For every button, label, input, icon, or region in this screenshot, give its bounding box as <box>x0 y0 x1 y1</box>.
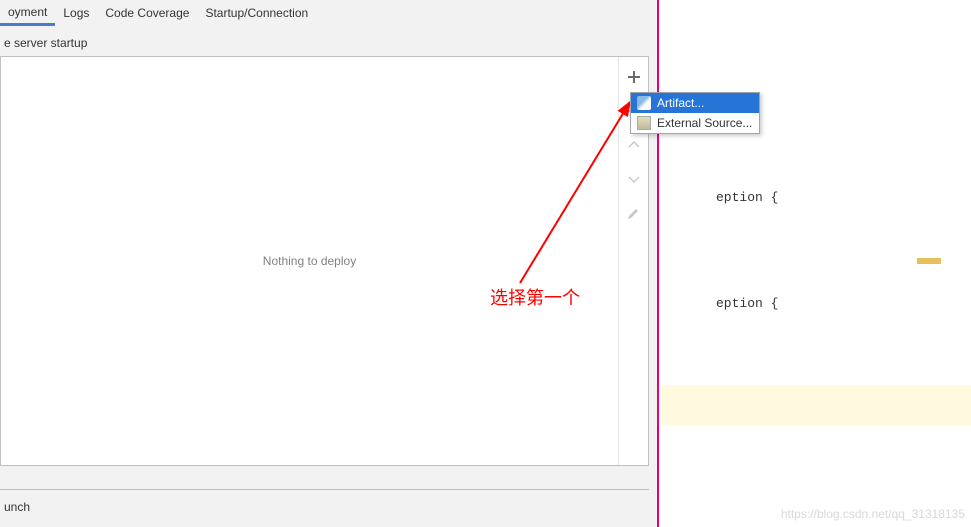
bottom-label: unch <box>4 500 30 514</box>
highlight-band <box>661 385 971 425</box>
artifact-icon <box>637 96 651 110</box>
tab-logs[interactable]: Logs <box>55 2 97 26</box>
tab-bar: oyment Logs Code Coverage Startup/Connec… <box>0 0 657 26</box>
add-popup-menu: Artifact... External Source... <box>630 92 760 134</box>
popup-item-artifact-label: Artifact... <box>657 96 704 110</box>
editor-area: eption { eption { <box>661 0 971 527</box>
up-button[interactable] <box>624 135 644 155</box>
pencil-icon <box>627 207 640 220</box>
code-fragment-2: eption { <box>716 296 778 311</box>
deploy-area: Nothing to deploy <box>0 56 649 466</box>
watermark: https://blog.csdn.net/qq_31318135 <box>781 507 965 521</box>
code-fragment-1: eption { <box>716 190 778 205</box>
popup-item-external-label: External Source... <box>657 116 752 130</box>
plus-icon <box>627 70 641 84</box>
down-button[interactable] <box>624 169 644 189</box>
config-panel: oyment Logs Code Coverage Startup/Connec… <box>0 0 659 527</box>
annotation-text: 选择第一个 <box>490 284 580 310</box>
section-label: e server startup <box>0 26 657 56</box>
tab-startup-connection[interactable]: Startup/Connection <box>197 2 316 26</box>
tab-code-coverage[interactable]: Code Coverage <box>97 2 197 26</box>
gutter-marker <box>917 258 941 264</box>
edit-button[interactable] <box>624 203 644 223</box>
chevron-down-icon <box>628 173 640 185</box>
tab-deployment[interactable]: oyment <box>0 1 55 26</box>
popup-item-artifact[interactable]: Artifact... <box>631 93 759 113</box>
deploy-empty-text: Nothing to deploy <box>1 57 618 465</box>
popup-item-external[interactable]: External Source... <box>631 113 759 133</box>
chevron-up-icon <box>628 139 640 151</box>
add-button[interactable] <box>624 67 644 87</box>
external-source-icon <box>637 116 651 130</box>
bottom-section: unch <box>0 489 649 527</box>
